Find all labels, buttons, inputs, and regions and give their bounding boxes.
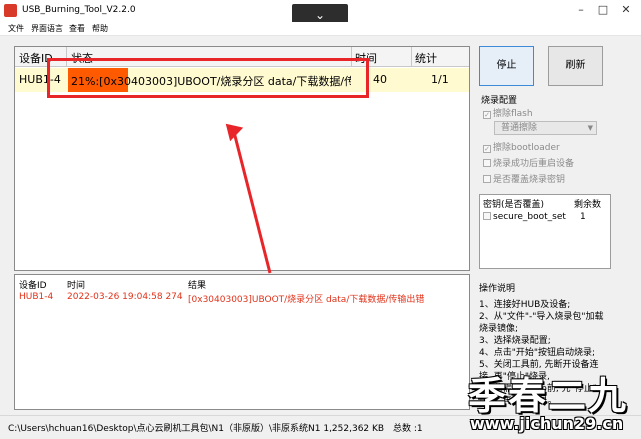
- title-bar: USB_Burning_Tool_V2.2.0 ⌄ – □ ✕: [0, 0, 641, 26]
- menu-view[interactable]: 查看: [69, 23, 85, 34]
- key-col-remaining: 剩余数: [574, 200, 602, 210]
- log-col-device-id: 设备ID: [19, 281, 47, 291]
- log-time: 2022-03-26 19:04:58 274: [67, 292, 183, 302]
- log-device-id: HUB1-4: [19, 292, 54, 302]
- package-path: C:\Users\hchuan16\Desktop\点心云刷机工具包\N1（非原…: [8, 424, 385, 434]
- minimize-icon[interactable]: –: [573, 3, 589, 16]
- help-line: 2、从"文件"-"导入烧录包"加载: [479, 312, 604, 322]
- menu-language[interactable]: 界面语言: [31, 23, 63, 34]
- stats-cell: 1/1: [431, 73, 449, 86]
- check-icon: ✓: [483, 111, 491, 119]
- close-icon[interactable]: ✕: [618, 3, 634, 16]
- erase-mode-select[interactable]: 普通擦除 ▼: [494, 121, 597, 135]
- chevron-down-icon: ▼: [587, 124, 593, 132]
- time-cell: 40: [373, 73, 387, 86]
- annotation-arrow: [225, 123, 272, 274]
- help-line: 3、选择烧录配置;: [479, 336, 551, 346]
- help-line: 1、连接好HUB及设备;: [479, 300, 571, 310]
- key-list[interactable]: 密钥(是否覆盖) 剩余数 secure_boot_set 1: [479, 194, 611, 269]
- help-title: 操作说明: [479, 284, 516, 294]
- refresh-button[interactable]: 刷新: [548, 46, 603, 86]
- col-stats[interactable]: 统计: [415, 50, 437, 66]
- log-col-result: 结果: [188, 281, 207, 291]
- watermark: 季春二九: [468, 373, 629, 418]
- log-result: [0x30403003]UBOOT/烧录分区 data/下载数据/传输出错: [188, 295, 425, 305]
- erase-bootloader-checkbox[interactable]: ✓ 擦除bootloader: [483, 140, 560, 153]
- erase-flash-checkbox[interactable]: ✓ 擦除flash: [483, 106, 533, 119]
- key-col-name: 密钥(是否覆盖): [483, 200, 545, 210]
- stop-button[interactable]: 停止: [479, 46, 534, 86]
- app-icon: [4, 4, 17, 17]
- overwrite-key-checkbox[interactable]: 是否覆盖烧录密钥: [483, 172, 565, 185]
- burn-config-title: 烧录配置: [481, 96, 518, 106]
- key-remaining: 1: [580, 212, 586, 222]
- window-title: USB_Burning_Tool_V2.2.0: [22, 5, 136, 15]
- menu-bar: 文件 界面语言 查看 帮助: [0, 22, 641, 36]
- help-line: 烧录镜像;: [479, 324, 519, 334]
- log-col-time: 时间: [67, 281, 86, 291]
- help-line: 4、点击"开始"按钮启动烧录;: [479, 348, 596, 358]
- menu-file[interactable]: 文件: [8, 23, 24, 34]
- total-count: 总数 :1: [393, 424, 423, 434]
- annotation-box: [47, 58, 369, 98]
- key-item[interactable]: secure_boot_set: [483, 212, 566, 222]
- result-log[interactable]: 设备ID 时间 结果 HUB1-4 2022-03-26 19:04:58 27…: [14, 274, 470, 410]
- menu-help[interactable]: 帮助: [92, 23, 108, 34]
- watermark-url: www.jichun29.cn: [470, 414, 624, 433]
- check-icon: ✓: [483, 145, 491, 153]
- reset-after-success-checkbox[interactable]: 烧录成功后重启设备: [483, 156, 574, 169]
- maximize-icon[interactable]: □: [595, 3, 611, 16]
